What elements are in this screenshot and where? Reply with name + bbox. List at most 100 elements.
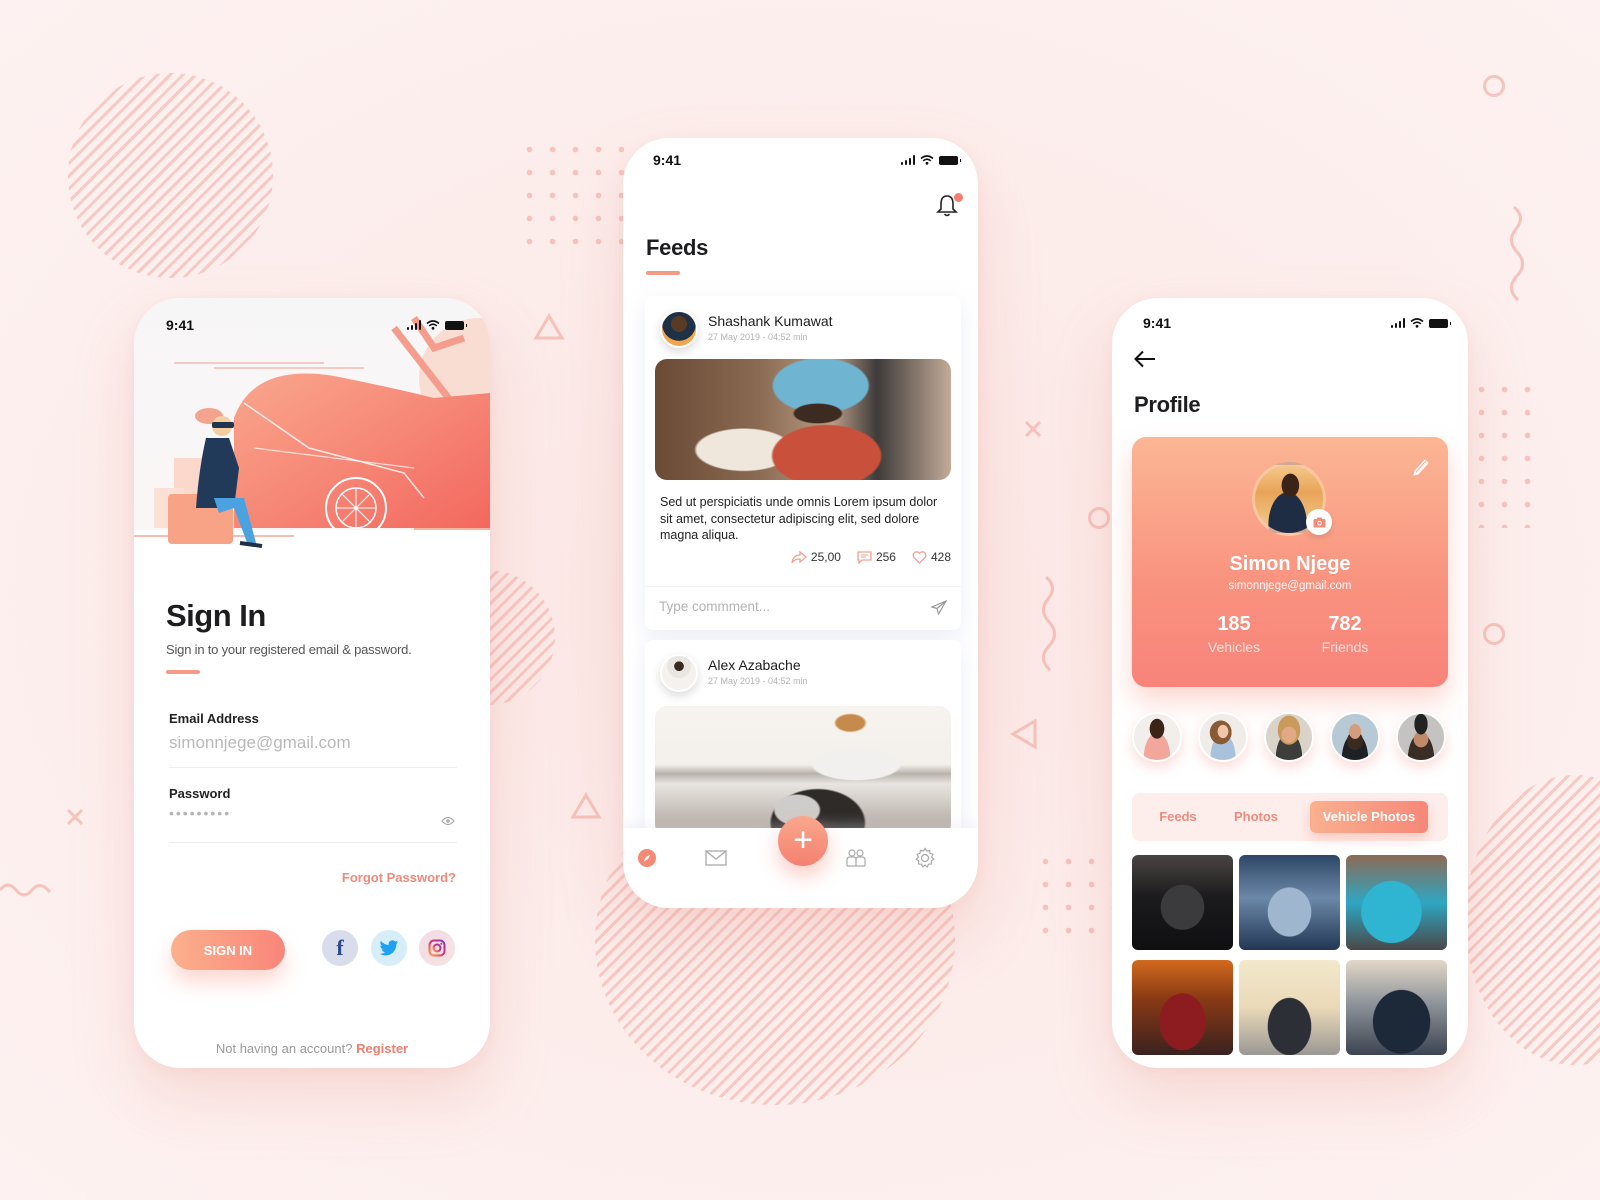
tab-photos[interactable]: Photos [1220,801,1292,833]
tab-settings[interactable] [913,846,937,870]
title-accent-bar [646,271,680,275]
vehicle-photo[interactable] [1132,960,1233,1055]
vehicle-photo[interactable] [1346,855,1447,950]
decor-triangle [1010,718,1038,755]
friend-avatar[interactable] [1198,712,1248,762]
decor-striped-circle [68,73,273,278]
like-button[interactable]: 428 [912,550,951,564]
decor-striped-circle [1465,775,1600,1065]
comment-input[interactable] [659,599,909,614]
decor-ring [1088,507,1110,529]
tab-feeds[interactable]: Feeds [1142,801,1214,833]
friend-avatar[interactable] [1132,712,1182,762]
friend-avatar[interactable] [1264,712,1314,762]
stat-friends[interactable]: 782 Friends [1290,613,1400,655]
stat-vehicles[interactable]: 185 Vehicles [1179,613,1289,655]
post-author[interactable]: Alex Azabache [708,657,801,673]
post-author[interactable]: Shashank Kumawat [708,313,833,329]
register-link[interactable]: Register [356,1041,408,1056]
stat-label: Friends [1321,639,1369,655]
gear-icon [915,847,935,868]
share-button[interactable]: 25,00 [791,550,841,564]
decor-ring [1483,75,1505,97]
email-label: Email Address [169,711,259,726]
password-label: Password [169,786,231,801]
author-avatar[interactable] [660,310,698,348]
facebook-icon: f [336,935,344,960]
instagram-login-button[interactable] [419,930,455,966]
tab-explore[interactable] [635,846,659,870]
show-password-eye-icon[interactable] [441,816,455,826]
vehicle-photo[interactable] [1239,855,1340,950]
profile-email: simonnjege@gmail.com [1228,580,1352,592]
post-image[interactable] [655,359,951,480]
decor-ring [1483,623,1505,645]
author-avatar[interactable] [660,654,698,692]
back-arrow-icon[interactable] [1134,350,1156,368]
friends-avatar-row [1132,712,1468,764]
decor-wave [0,880,52,905]
friend-avatar[interactable] [1330,712,1380,762]
tab-messages[interactable] [704,846,728,870]
decor-dot-grid [1470,378,1540,528]
change-photo-button[interactable] [1306,509,1332,535]
like-count: 428 [930,550,951,564]
decor-cross [1024,420,1042,443]
signal-icon [900,155,915,165]
facebook-login-button[interactable]: f [322,930,358,966]
vehicle-photo[interactable] [1132,855,1233,950]
twitter-login-button[interactable] [371,930,407,966]
vehicle-photo[interactable] [1239,960,1340,1055]
vehicle-photo[interactable] [1346,960,1447,1055]
wifi-icon [426,320,440,330]
email-field[interactable] [169,733,419,753]
instagram-icon [428,939,446,957]
status-bar: 9:41 [623,138,978,168]
wifi-icon [1410,318,1424,328]
decor-wave [1040,575,1060,675]
notifications-button[interactable] [936,193,963,219]
hero-illustration [134,298,490,578]
feed-post: Shashank Kumawat 27 May 2019 - 04:52 min… [645,296,961,630]
send-icon[interactable] [931,600,947,615]
post-text: Sed ut perspiciatis unde omnis Lorem ips… [660,495,938,542]
battery-icon [939,155,961,165]
password-field[interactable]: ••••••••• [169,805,231,821]
page-title: Profile [1134,392,1201,417]
stat-value: 185 [1217,613,1251,635]
battery-icon [445,320,467,330]
comment-icon [857,550,872,564]
decor-wave [1508,205,1528,305]
post-stats: 25,00 256 428 [791,550,951,564]
stat-value: 782 [1328,613,1362,635]
sign-in-button[interactable]: SIGN IN [171,930,285,970]
stat-label: Vehicles [1207,639,1261,655]
post-time: 27 May 2019 - 04:52 min [708,332,808,342]
battery-icon [1429,318,1451,328]
signal-icon [406,320,421,330]
register-prompt-text: Not having an account? [215,1041,353,1056]
forgot-password-link[interactable]: Forgot Password? [342,870,456,885]
edit-icon[interactable] [1412,457,1430,477]
camera-icon [1313,517,1325,527]
post-time: 27 May 2019 - 04:52 min [708,676,808,686]
tab-vehicle-photos[interactable]: Vehicle Photos [1310,801,1428,833]
email-underline [169,767,457,768]
add-post-button[interactable]: + [778,816,828,866]
profile-screen: 9:41 Profile Simon Njege simonnjege@gmai… [1112,298,1468,1068]
wifi-icon [920,155,934,165]
status-bar: 9:41 [134,298,490,333]
tab-friends[interactable] [844,846,868,870]
comment-count: 256 [875,550,896,564]
comment-button[interactable]: 256 [857,550,896,564]
profile-name: Simon Njege [1229,553,1351,575]
comment-box [645,586,961,630]
status-time: 9:41 [653,152,682,168]
status-time: 9:41 [1143,315,1172,331]
profile-tabs: Feeds Photos Vehicle Photos [1132,793,1448,841]
friend-avatar[interactable] [1396,712,1446,762]
page-title: Feeds [646,235,709,260]
signal-icon [1390,318,1405,328]
heart-icon [912,550,927,564]
decor-triangle [570,792,602,825]
